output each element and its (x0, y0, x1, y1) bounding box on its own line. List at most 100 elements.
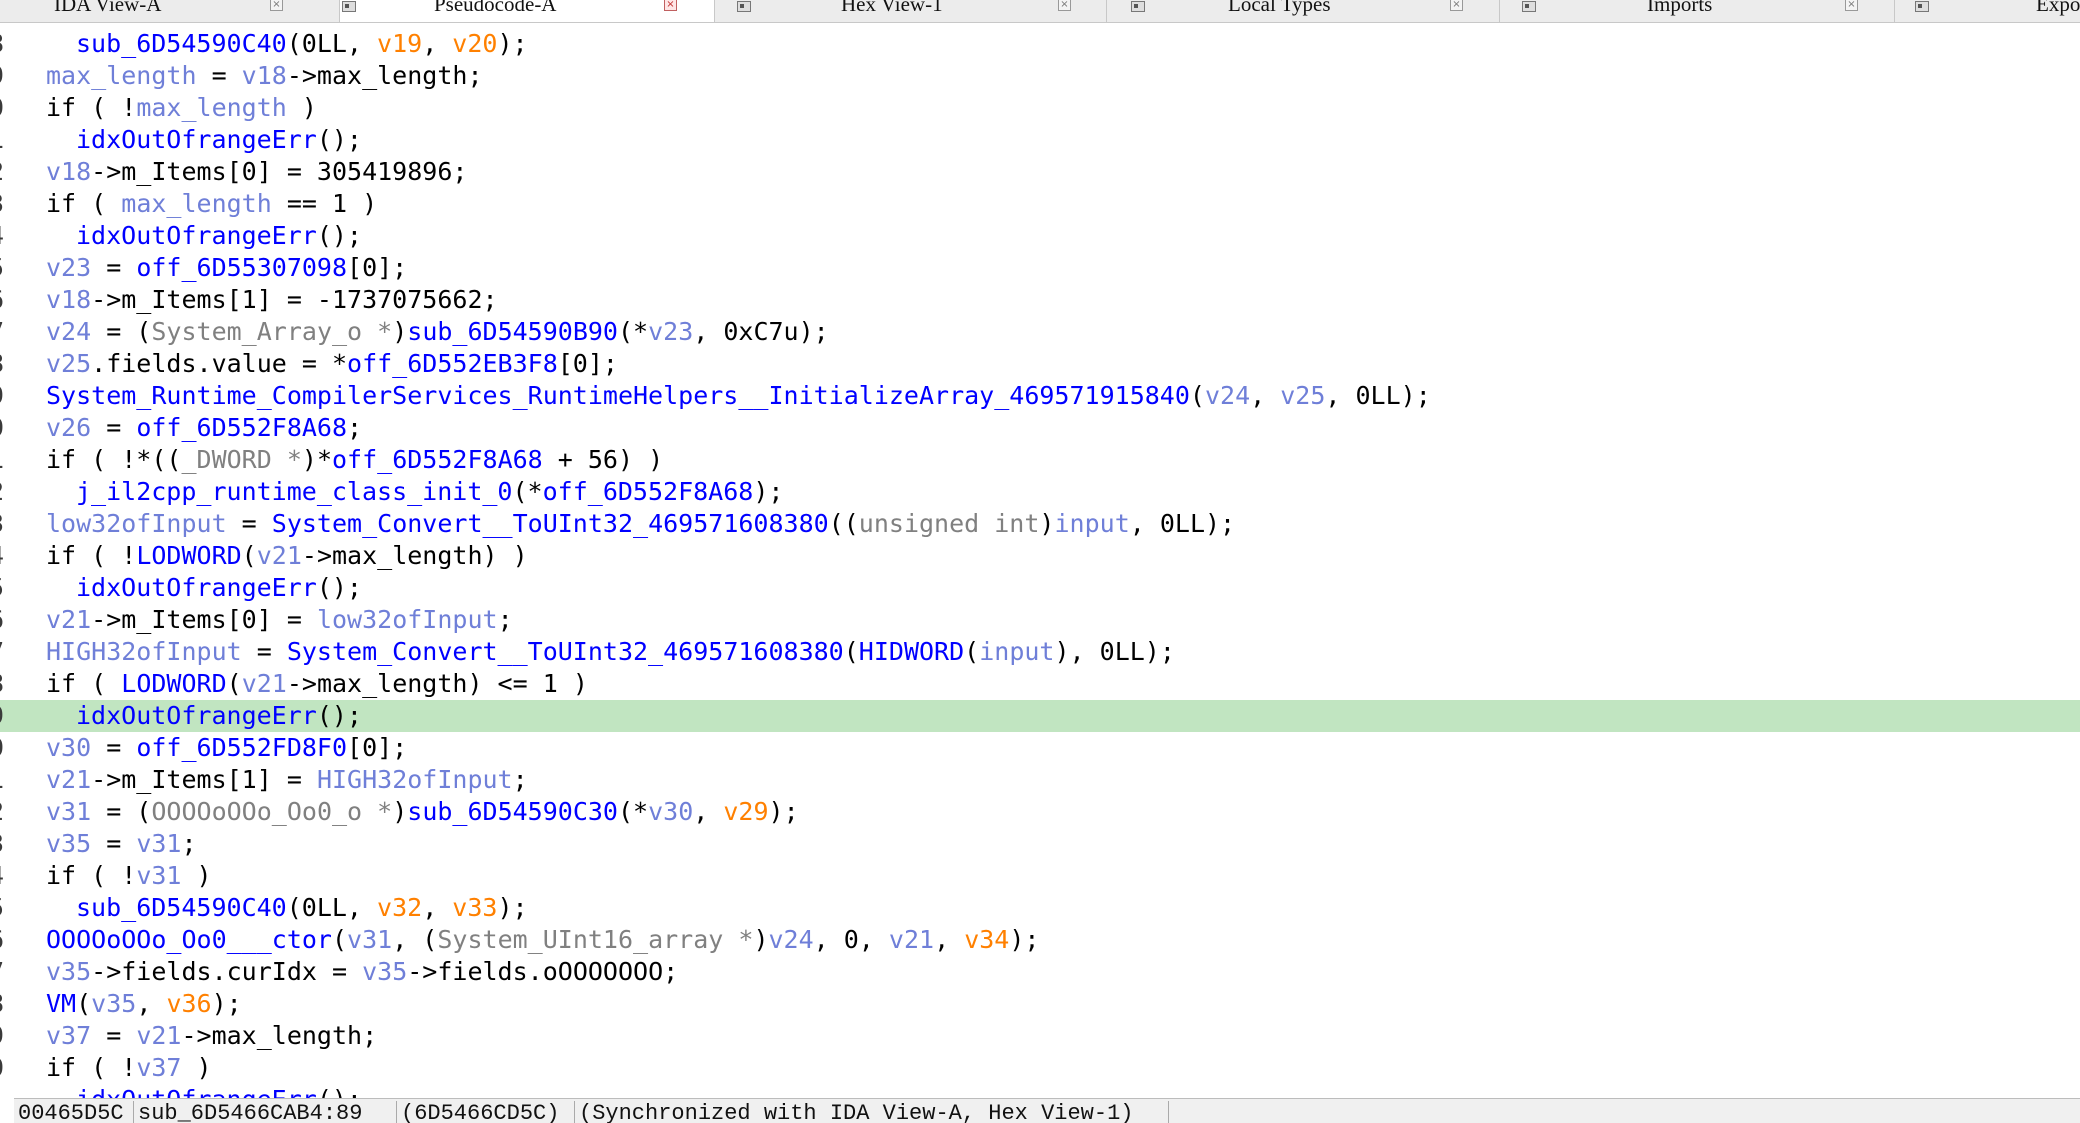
code-line[interactable]: 8 VM(v35, v36); (0, 988, 2080, 1020)
code-token[interactable]: sub_6D54590C30 (407, 797, 618, 826)
tab-ida-view-a[interactable]: IDA View-A × (0, 0, 340, 22)
code-token[interactable]: System_UInt16_array * (437, 925, 753, 954)
code-token[interactable]: _DWORD * (181, 445, 301, 474)
code-token[interactable]: off_6D552F8A68 (543, 477, 754, 506)
code-token[interactable]: v25 (1280, 381, 1325, 410)
code-token[interactable]: v21 (242, 669, 287, 698)
code-line[interactable]: 4 idxOutOfrangeErr(); (0, 220, 2080, 252)
code-token[interactable]: idxOutOfrangeErr (76, 701, 317, 730)
code-token[interactable]: v37 (136, 1053, 181, 1082)
code-token[interactable]: input (1054, 509, 1129, 538)
code-token[interactable]: input (979, 637, 1054, 666)
code-line[interactable]: 5 idxOutOfrangeErr(); (0, 572, 2080, 604)
code-token[interactable]: v23 (46, 253, 91, 282)
code-token[interactable]: v20 (452, 29, 497, 58)
code-token[interactable]: HIGH32ofInput (46, 637, 242, 666)
tab-imports[interactable]: Imports × (1500, 0, 1895, 22)
code-token[interactable]: HIDWORD (859, 637, 964, 666)
code-token[interactable]: off_6D552F8A68 (332, 445, 543, 474)
code-token[interactable]: v18 (242, 61, 287, 90)
code-token[interactable]: idxOutOfrangeErr (76, 125, 317, 154)
tab-pseudocode-a[interactable]: Pseudocode-A × (340, 0, 715, 22)
code-token[interactable]: v24 (46, 317, 91, 346)
code-token[interactable]: v33 (452, 893, 497, 922)
code-line[interactable]: 9 System_Runtime_CompilerServices_Runtime… (0, 380, 2080, 412)
code-token[interactable]: v25 (46, 349, 91, 378)
code-line[interactable]: 0 if ( !v37 ) (0, 1052, 2080, 1084)
code-token[interactable]: v21 (136, 1021, 181, 1050)
code-token[interactable]: v30 (46, 733, 91, 762)
code-token[interactable]: System_Convert__ToUInt32_469571608380 (272, 509, 829, 538)
code-line[interactable]: 9 v37 = v21->max_length; (0, 1020, 2080, 1052)
code-line[interactable]: 6 OOOOoOOo_Oo0___ctor(v31, (System_UInt16… (0, 924, 2080, 956)
code-token[interactable]: v35 (362, 957, 407, 986)
code-line[interactable]: idxOutOfrangeErr(); (0, 1084, 2080, 1098)
close-icon[interactable]: × (1450, 0, 1463, 11)
code-token[interactable]: v34 (964, 925, 1009, 954)
code-line[interactable]: 4 if ( !LODWORD(v21->max_length) ) (0, 540, 2080, 572)
code-token[interactable]: v21 (46, 605, 91, 634)
code-token[interactable]: v29 (723, 797, 768, 826)
code-line[interactable]: 8 v25.fields.value = *off_6D552EB3F8[0]; (0, 348, 2080, 380)
code-token[interactable]: j_il2cpp_runtime_class_init_0 (76, 477, 513, 506)
code-line[interactable]: 7 HIGH32ofInput = System_Convert__ToUInt3… (0, 636, 2080, 668)
code-line[interactable]: 0 v26 = off_6D552F8A68; (0, 412, 2080, 444)
code-token[interactable]: unsigned int (859, 509, 1040, 538)
code-token[interactable]: v35 (91, 989, 136, 1018)
code-token[interactable]: v37 (46, 1021, 91, 1050)
code-line[interactable]: 5 v23 = off_6D55307098[0]; (0, 252, 2080, 284)
code-token[interactable]: v31 (136, 829, 181, 858)
code-token[interactable]: idxOutOfrangeErr (76, 1085, 317, 1098)
code-token[interactable]: v19 (377, 29, 422, 58)
tab-exports[interactable]: Expo (1895, 0, 2080, 22)
code-token[interactable]: v36 (166, 989, 211, 1018)
code-line[interactable]: 2 v18->m_Items[0] = 305419896; (0, 156, 2080, 188)
code-token[interactable]: v24 (1205, 381, 1250, 410)
code-line[interactable]: 8 if ( LODWORD(v21->max_length) <= 1 ) (0, 668, 2080, 700)
code-line[interactable]: 0 v30 = off_6D552FD8F0[0]; (0, 732, 2080, 764)
code-token[interactable]: OOOOoOOo_Oo0_o * (151, 797, 392, 826)
code-token[interactable]: v21 (889, 925, 934, 954)
code-line[interactable]: 3 low32ofInput = System_Convert__ToUInt32… (0, 508, 2080, 540)
code-token[interactable]: v35 (46, 829, 91, 858)
code-line[interactable]: 0 if ( !max_length ) (0, 92, 2080, 124)
code-token[interactable]: LODWORD (121, 669, 226, 698)
code-token[interactable]: v21 (46, 765, 91, 794)
code-token[interactable]: sub_6D54590C40 (76, 29, 287, 58)
code-line[interactable]: 4 if ( !v31 ) (0, 860, 2080, 892)
code-token[interactable]: sub_6D54590C40 (76, 893, 287, 922)
code-line[interactable]: 1 if ( !*((_DWORD *)*off_6D552F8A68 + 56)… (0, 444, 2080, 476)
code-token[interactable]: v35 (46, 957, 91, 986)
close-icon[interactable]: × (664, 0, 677, 11)
code-token[interactable]: idxOutOfrangeErr (76, 573, 317, 602)
code-token[interactable]: v26 (46, 413, 91, 442)
code-line[interactable]: 7v35->fields.curIdx = v35->fields.oOOOOO… (0, 956, 2080, 988)
close-icon[interactable]: × (1845, 0, 1858, 11)
code-line[interactable]: 6 v18->m_Items[1] = -1737075662; (0, 284, 2080, 316)
code-token[interactable]: v18 (46, 285, 91, 314)
code-token[interactable]: v31 (46, 797, 91, 826)
code-token[interactable]: max_length (136, 93, 287, 122)
code-token[interactable]: v23 (648, 317, 693, 346)
code-token[interactable]: HIGH32ofInput (317, 765, 513, 794)
code-line[interactable]: 1 idxOutOfrangeErr(); (0, 124, 2080, 156)
pseudocode-view[interactable]: 8sub_6D54590C40(0LL, v19, v20);9max_leng… (0, 22, 2080, 1098)
code-line[interactable]: 9 max_length = v18->max_length; (0, 60, 2080, 92)
code-token[interactable]: VM (46, 989, 76, 1018)
code-line[interactable]: 3 v35 = v31; (0, 828, 2080, 860)
code-token[interactable]: max_length (46, 61, 197, 90)
code-token[interactable]: v30 (648, 797, 693, 826)
code-line[interactable]: 7 v24 = (System_Array_o *)sub_6D54590B90(… (0, 316, 2080, 348)
code-token[interactable]: off_6D552F8A68 (136, 413, 347, 442)
code-token[interactable]: System_Runtime_CompilerServices_RuntimeH… (46, 381, 1190, 410)
code-token[interactable]: v24 (769, 925, 814, 954)
code-token[interactable]: off_6D552EB3F8 (347, 349, 558, 378)
code-token[interactable]: sub_6D54590B90 (407, 317, 618, 346)
code-token[interactable]: v31 (136, 861, 181, 890)
code-line[interactable]: 6 v21->m_Items[0] = low32ofInput; (0, 604, 2080, 636)
code-line[interactable]: 2 j_il2cpp_runtime_class_init_0(*off_6D55… (0, 476, 2080, 508)
code-line[interactable]: 3 if ( max_length == 1 ) (0, 188, 2080, 220)
close-icon[interactable]: × (1058, 0, 1071, 11)
code-line[interactable]: 1 v21->m_Items[1] = HIGH32ofInput; (0, 764, 2080, 796)
tab-hex-view-1[interactable]: Hex View-1 × (715, 0, 1107, 22)
